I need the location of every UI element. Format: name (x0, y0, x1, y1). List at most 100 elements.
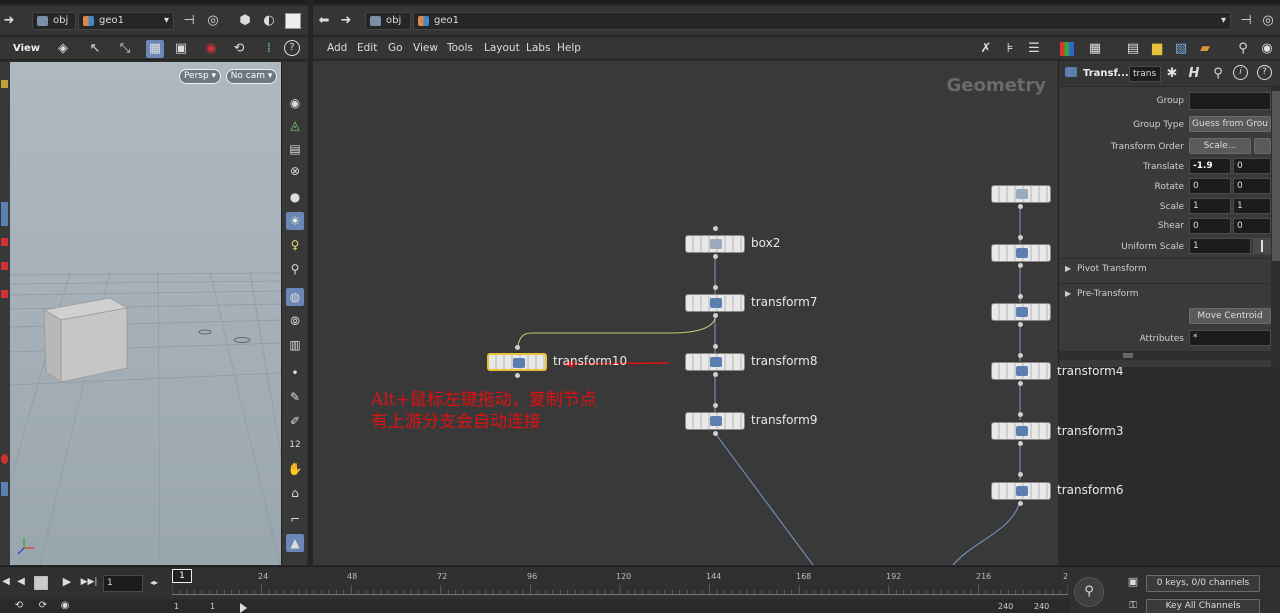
link-icon[interactable]: ◎ (1259, 12, 1277, 30)
range-start-label[interactable]: 1 (174, 602, 179, 611)
translate-y-field[interactable]: 0 (1233, 158, 1271, 174)
pin-icon[interactable]: ⊣ (180, 12, 198, 30)
menu-labs[interactable]: Labs (526, 42, 550, 54)
audio-icon[interactable]: ◉ (56, 597, 74, 613)
node-input-dot[interactable] (1018, 472, 1023, 477)
node-transform3[interactable] (991, 422, 1051, 440)
scrollbar-thumb[interactable] (1272, 91, 1280, 261)
node-output-dot[interactable] (1018, 381, 1023, 386)
node-transform7[interactable] (685, 294, 745, 312)
tool-icon[interactable] (1, 454, 8, 464)
info-icon[interactable]: i (1233, 65, 1248, 80)
paint-icon[interactable]: ✋ (286, 460, 304, 478)
range-start-handle[interactable] (240, 603, 247, 613)
menu-tools[interactable]: Tools (447, 42, 473, 54)
range-end-label[interactable]: 240 (998, 602, 1013, 611)
brush-icon[interactable]: ✎ (286, 388, 304, 406)
tool-icon[interactable] (1, 290, 8, 298)
eye-icon[interactable]: ◉ (1258, 40, 1276, 58)
headlight-icon[interactable]: ☀ (286, 212, 304, 230)
node-output-dot[interactable] (1018, 322, 1023, 327)
node-input-dot[interactable] (713, 344, 718, 349)
transform-order-menu[interactable]: Scale... (1189, 138, 1251, 154)
light-icon[interactable]: ⊗ (286, 162, 304, 180)
node-output-dot[interactable] (713, 313, 718, 318)
path-crumb-geo[interactable]: geo1 ▾ (78, 12, 174, 30)
timeline-ruler[interactable]: 1 24 48 72 96 120 144 168 192 216 2 (172, 569, 1068, 595)
node-transform4[interactable] (991, 362, 1051, 380)
record-icon[interactable]: ◉ (202, 40, 220, 58)
camera-icon[interactable]: ▥ (286, 336, 304, 354)
node-label-transform10[interactable]: transform10 (553, 354, 627, 368)
pen-icon[interactable]: ✐ (286, 412, 304, 430)
node-transform[interactable] (991, 303, 1051, 321)
gear-icon[interactable]: ✱ (1163, 65, 1181, 83)
snap-icon[interactable]: ⟲ (230, 40, 248, 58)
node-input-dot[interactable] (1018, 294, 1023, 299)
network-editor[interactable]: Geometry box2 transform7 transform8 tran… (313, 61, 1058, 565)
node-label-transform3[interactable]: transform3 (1057, 424, 1123, 438)
tool-icon[interactable] (1, 80, 8, 88)
rotate-y-field[interactable]: 0 (1233, 178, 1271, 194)
measure-icon[interactable]: ⌐ (286, 510, 304, 528)
horizontal-scrollbar[interactable] (1059, 351, 1271, 360)
node-input-dot[interactable] (1018, 235, 1023, 240)
key-search-icon[interactable]: ⚲ (1074, 577, 1104, 607)
wrench-icon[interactable]: ✗ (977, 40, 995, 58)
node-label-transform6[interactable]: transform6 (1057, 483, 1123, 497)
node-output-dot[interactable] (1018, 441, 1023, 446)
rotate-x-field[interactable]: 0 (1189, 178, 1231, 194)
pivot-transform-folder[interactable]: ▶ Pivot Transform (1059, 258, 1271, 280)
node-input-dot[interactable] (713, 403, 718, 408)
node-output-dot[interactable] (1018, 204, 1023, 209)
node-transform[interactable] (991, 244, 1051, 262)
link-icon[interactable]: ◎ (204, 12, 222, 30)
menu-edit[interactable]: Edit (357, 42, 377, 54)
node-label-box2[interactable]: box2 (751, 236, 780, 250)
network-box-icon[interactable]: ▤ (1124, 40, 1142, 58)
node-label-transform7[interactable]: transform7 (751, 295, 817, 309)
tool-icon[interactable] (1, 482, 8, 496)
menu-go[interactable]: Go (388, 42, 403, 54)
node-input-dot[interactable] (1018, 353, 1023, 358)
node-transform10[interactable] (487, 353, 547, 371)
uniform-scale-field[interactable]: 1 (1189, 238, 1251, 254)
perspective-camera-menu[interactable]: Persp ▾ (179, 69, 221, 84)
translate-x-field[interactable]: -1.9 (1189, 158, 1231, 174)
display-mode-icon[interactable]: ▦ (146, 40, 164, 58)
node-output-dot[interactable] (713, 372, 718, 377)
color-palette-icon[interactable] (1060, 42, 1074, 56)
group-type-menu[interactable]: Guess from Grou (1189, 116, 1271, 132)
menu-help[interactable]: Help (557, 42, 581, 54)
play-reverse-icon[interactable]: ◀ (12, 573, 30, 591)
grid-snap-icon[interactable]: ⁞ (260, 40, 278, 58)
node-output-dot[interactable] (1018, 501, 1023, 506)
realtime-icon[interactable]: ⟳ (34, 597, 52, 613)
uniform-scale-slider[interactable] (1253, 238, 1271, 254)
scene-viewport[interactable]: Persp ▾ No cam ▾ (10, 62, 282, 565)
node-box2[interactable] (685, 235, 745, 253)
transform-handle-icon[interactable]: ⤡ (116, 40, 134, 58)
slider-handle[interactable] (1261, 240, 1263, 252)
image-icon[interactable]: ▧ (1172, 40, 1190, 58)
scale-y-field[interactable]: 1 (1233, 198, 1271, 214)
path-crumb-obj[interactable]: obj (365, 12, 411, 30)
attributes-field[interactable]: * (1189, 330, 1271, 346)
mountain-icon[interactable]: ▲ (286, 534, 304, 552)
node-input-dot[interactable] (713, 285, 718, 290)
node-output-dot[interactable] (1018, 263, 1023, 268)
node-input-dot[interactable] (1018, 412, 1023, 417)
node-transform6[interactable] (991, 482, 1051, 500)
folder-icon[interactable]: ▰ (1196, 40, 1214, 58)
numbers-icon[interactable]: 12 (286, 436, 304, 454)
tool-icon[interactable] (1, 262, 8, 270)
path-crumb-geo[interactable]: geo1 ▾ (413, 12, 1231, 30)
key-settings-icon[interactable]: ▣ (1124, 573, 1142, 591)
path-crumb-obj[interactable]: obj (32, 12, 76, 30)
loop-icon[interactable]: ⟲ (10, 597, 28, 613)
sticky-note-icon[interactable]: ▆ (1148, 40, 1166, 58)
tool-icon[interactable] (1, 202, 8, 226)
stop-button[interactable] (34, 576, 48, 590)
pre-transform-folder[interactable]: ▶ Pre-Transform (1059, 283, 1271, 305)
stamp-icon[interactable]: ⌂ (286, 484, 304, 502)
